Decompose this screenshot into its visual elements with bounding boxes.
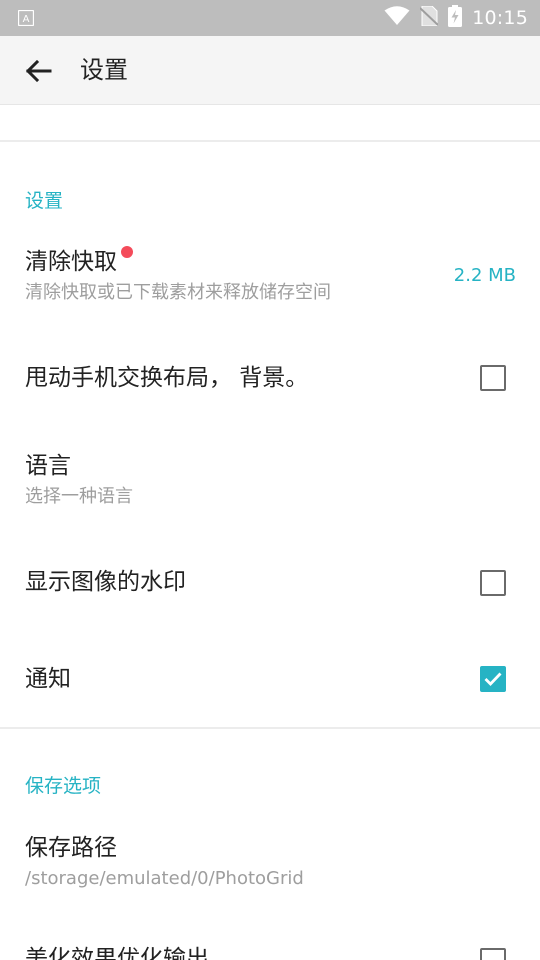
app-bar: 设置	[0, 36, 540, 105]
notification-checkbox[interactable]	[480, 666, 506, 692]
no-sim-icon	[419, 5, 439, 30]
item-title-beautify: 美化效果优化输出	[25, 946, 209, 960]
beautify-checkbox[interactable]	[480, 948, 506, 960]
section-header-settings: 设置	[25, 190, 64, 212]
item-subtitle-clear-cache: 清除快取或已下载素材来释放储存空间	[25, 282, 331, 303]
item-title-language: 语言	[25, 453, 71, 479]
item-subtitle-save-path: /storage/emulated/0/PhotoGrid	[25, 868, 304, 889]
item-subtitle-language: 选择一种语言	[25, 486, 133, 507]
status-bar: A 10:15	[0, 0, 540, 36]
shake-checkbox[interactable]	[480, 365, 506, 391]
settings-screen: A 10:15 设置 设置 清除快取 清除快取或已下载素材来释放储存空间 2.2…	[0, 0, 540, 960]
cache-size-value: 2.2 MB	[453, 265, 516, 286]
divider	[0, 140, 540, 142]
wifi-icon	[384, 6, 410, 30]
status-time: 10:15	[472, 7, 528, 29]
watermark-checkbox[interactable]	[480, 570, 506, 596]
svg-text:A: A	[23, 14, 30, 25]
divider	[0, 727, 540, 729]
item-title-shake: 甩动手机交换布局， 背景。	[25, 365, 309, 391]
new-badge-dot	[121, 246, 133, 258]
item-title-notification: 通知	[25, 666, 71, 692]
battery-charging-icon	[448, 5, 463, 31]
arrow-left-icon	[26, 60, 52, 82]
notification-a-icon: A	[17, 9, 35, 27]
check-icon	[484, 672, 502, 687]
item-title-clear-cache: 清除快取	[25, 249, 117, 275]
item-title-watermark: 显示图像的水印	[25, 569, 186, 595]
back-button[interactable]	[22, 54, 56, 88]
section-header-save-options: 保存选项	[25, 775, 102, 797]
item-title-save-path: 保存路径	[25, 835, 117, 861]
page-title: 设置	[80, 56, 128, 84]
